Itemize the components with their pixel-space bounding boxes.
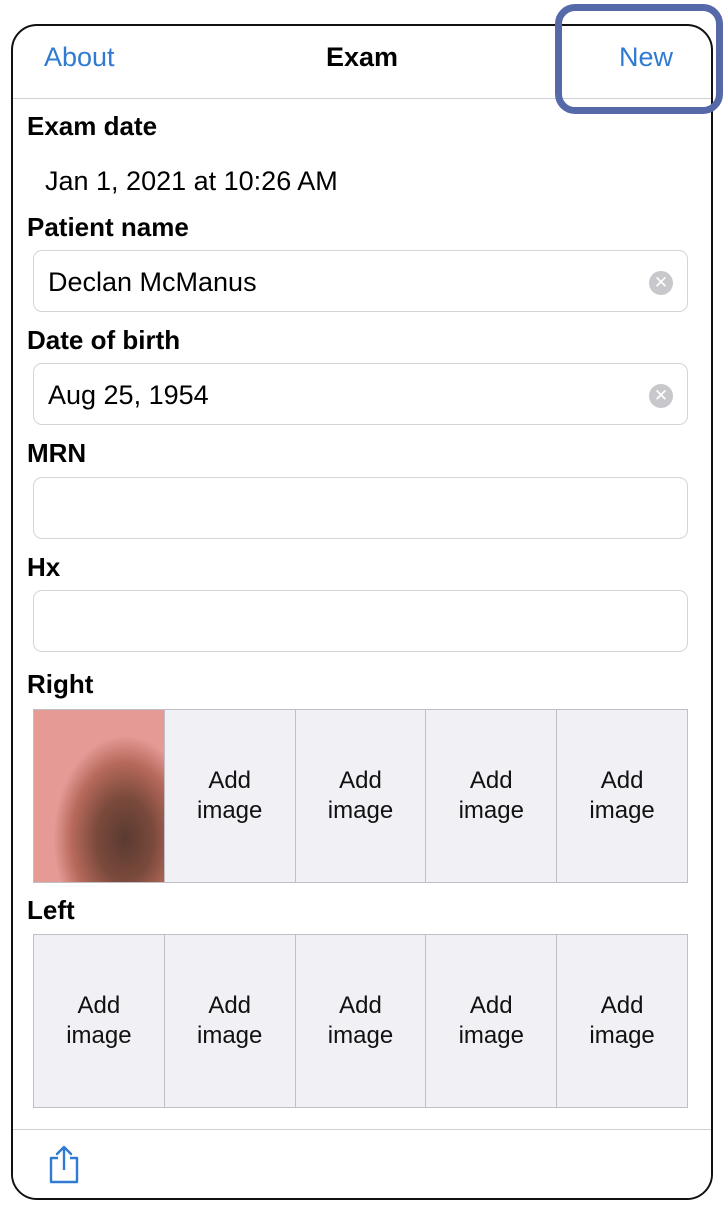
- nav-bar: About Exam New: [13, 26, 711, 99]
- dob-field[interactable]: Aug 25, 1954 ✕: [33, 363, 688, 425]
- add-image-button[interactable]: Add image: [295, 935, 427, 1107]
- app-frame: About Exam New Exam date Jan 1, 2021 at …: [11, 24, 713, 1200]
- clear-icon[interactable]: ✕: [649, 271, 673, 295]
- hx-label: Hx: [27, 552, 61, 582]
- mrn-field[interactable]: [33, 477, 688, 539]
- page-title: Exam: [325, 42, 399, 72]
- left-image-grid: Add image Add image Add image Add image …: [33, 934, 688, 1108]
- hx-field[interactable]: [33, 590, 688, 652]
- mrn-label: MRN: [27, 438, 87, 468]
- add-image-button[interactable]: Add image: [557, 935, 687, 1107]
- add-image-button[interactable]: Add image: [426, 935, 558, 1107]
- add-image-button[interactable]: Add image: [164, 935, 296, 1107]
- add-image-button[interactable]: Add image: [295, 710, 427, 882]
- add-image-button[interactable]: Add image: [426, 710, 558, 882]
- add-image-button[interactable]: Add image: [557, 710, 687, 882]
- exam-date-label: Exam date: [27, 111, 158, 141]
- add-image-button[interactable]: Add image: [164, 710, 296, 882]
- about-button[interactable]: About: [44, 42, 115, 73]
- add-image-button[interactable]: Add image: [34, 935, 165, 1107]
- left-label: Left: [27, 895, 75, 925]
- patient-name-field[interactable]: Declan McManus ✕: [33, 250, 688, 312]
- right-image-thumbnail[interactable]: [34, 710, 165, 882]
- bottom-toolbar: [13, 1129, 711, 1198]
- right-image-grid: Add image Add image Add image Add image: [33, 709, 688, 883]
- clear-icon[interactable]: ✕: [649, 384, 673, 408]
- patient-name-label: Patient name: [27, 212, 189, 242]
- new-button[interactable]: New: [619, 42, 673, 73]
- exam-date-value: Jan 1, 2021 at 10:26 AM: [45, 166, 338, 196]
- dob-value: Aug 25, 1954: [48, 380, 209, 410]
- patient-name-value: Declan McManus: [48, 267, 257, 297]
- share-icon[interactable]: [47, 1144, 81, 1184]
- dob-label: Date of birth: [27, 325, 181, 355]
- right-label: Right: [27, 669, 94, 699]
